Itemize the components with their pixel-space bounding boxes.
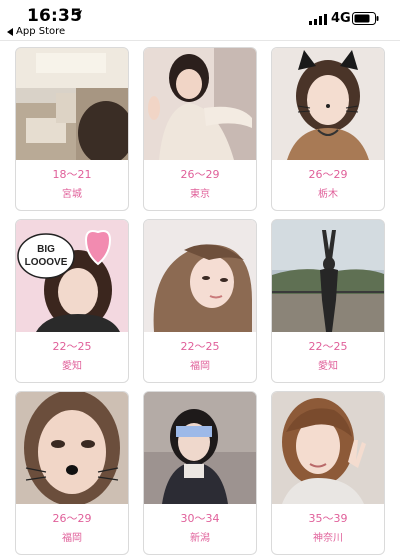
cellular-signal-icon (309, 14, 327, 25)
profile-card[interactable]: 22〜25 福岡 (143, 219, 257, 383)
sticker-text: LOOOVE (25, 257, 68, 268)
profile-card[interactable]: 26〜29 福岡 (15, 391, 129, 555)
profile-photo (16, 392, 128, 504)
profile-card[interactable]: BIG LOOOVE 22〜25 愛知 (15, 219, 129, 383)
profile-prefecture: 福岡 (62, 533, 82, 544)
profile-photo (272, 220, 384, 332)
back-triangle-icon (7, 27, 13, 36)
profile-prefecture: 東京 (190, 189, 210, 200)
profile-prefecture: 愛知 (62, 361, 82, 372)
profile-prefecture: 福岡 (190, 361, 210, 372)
profile-card[interactable]: 22〜25 愛知 (271, 219, 385, 383)
profile-card[interactable]: 26〜29 栃木 (271, 47, 385, 211)
profile-card[interactable]: 18〜21 宮城 (15, 47, 129, 211)
profile-age: 22〜25 (52, 340, 92, 353)
profile-age: 35〜39 (308, 512, 348, 525)
profile-photo (144, 220, 256, 332)
profile-photo (144, 392, 256, 504)
network-type: 4G (331, 11, 351, 26)
profile-card[interactable]: 30〜34 新潟 (143, 391, 257, 555)
profile-age: 26〜29 (308, 168, 348, 181)
profile-age: 22〜25 (308, 340, 348, 353)
status-bar: 16:35 App Store 4G (0, 0, 400, 40)
profile-age: 26〜29 (52, 512, 92, 525)
profile-age: 26〜29 (180, 168, 220, 181)
profile-photo (16, 48, 128, 160)
profile-prefecture: 神奈川 (313, 533, 343, 544)
profile-prefecture: 栃木 (318, 189, 338, 200)
profile-photo: BIG LOOOVE (16, 220, 128, 332)
profile-prefecture: 新潟 (190, 533, 210, 544)
battery-icon (352, 12, 379, 25)
profile-photo (272, 392, 384, 504)
profile-age: 30〜34 (180, 512, 220, 525)
back-to-app-store-link[interactable]: App Store (7, 26, 65, 37)
profile-prefecture: 愛知 (318, 361, 338, 372)
profile-age: 22〜25 (180, 340, 220, 353)
location-arrow-icon (72, 10, 82, 20)
profile-prefecture: 宮城 (62, 189, 82, 200)
profile-photo (272, 48, 384, 160)
profile-age: 18〜21 (52, 168, 92, 181)
profile-photo (144, 48, 256, 160)
profile-card[interactable]: 26〜29 東京 (143, 47, 257, 211)
back-label: App Store (16, 26, 66, 37)
profile-grid: 18〜21 宮城 26〜29 東京 26〜29 栃木 BIG LOOOVE 22… (0, 41, 400, 557)
profile-card[interactable]: 35〜39 神奈川 (271, 391, 385, 555)
sticker-text: BIG (37, 244, 55, 255)
